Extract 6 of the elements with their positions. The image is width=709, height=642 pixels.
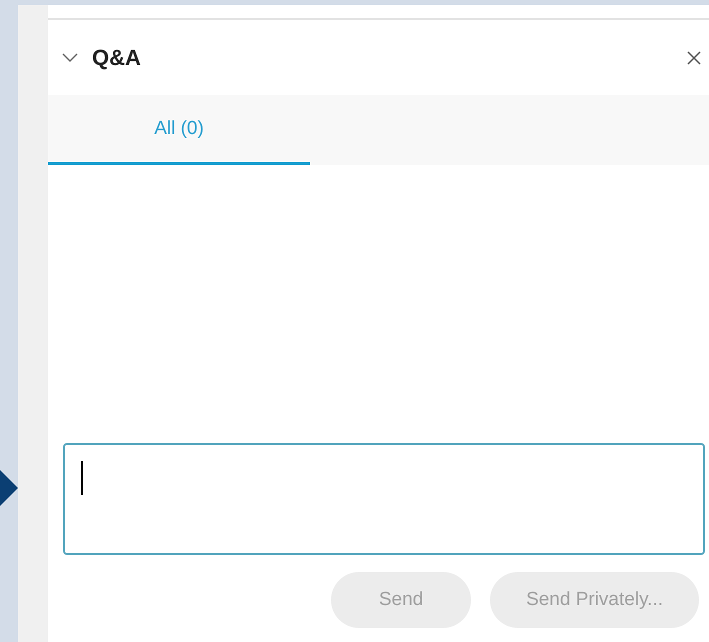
chevron-icon[interactable] (62, 52, 78, 62)
close-icon[interactable] (687, 50, 701, 64)
arrow-icon (0, 470, 18, 506)
panel-title: Q&A (92, 44, 142, 70)
text-cursor-icon (81, 461, 82, 495)
question-field[interactable] (63, 443, 705, 555)
